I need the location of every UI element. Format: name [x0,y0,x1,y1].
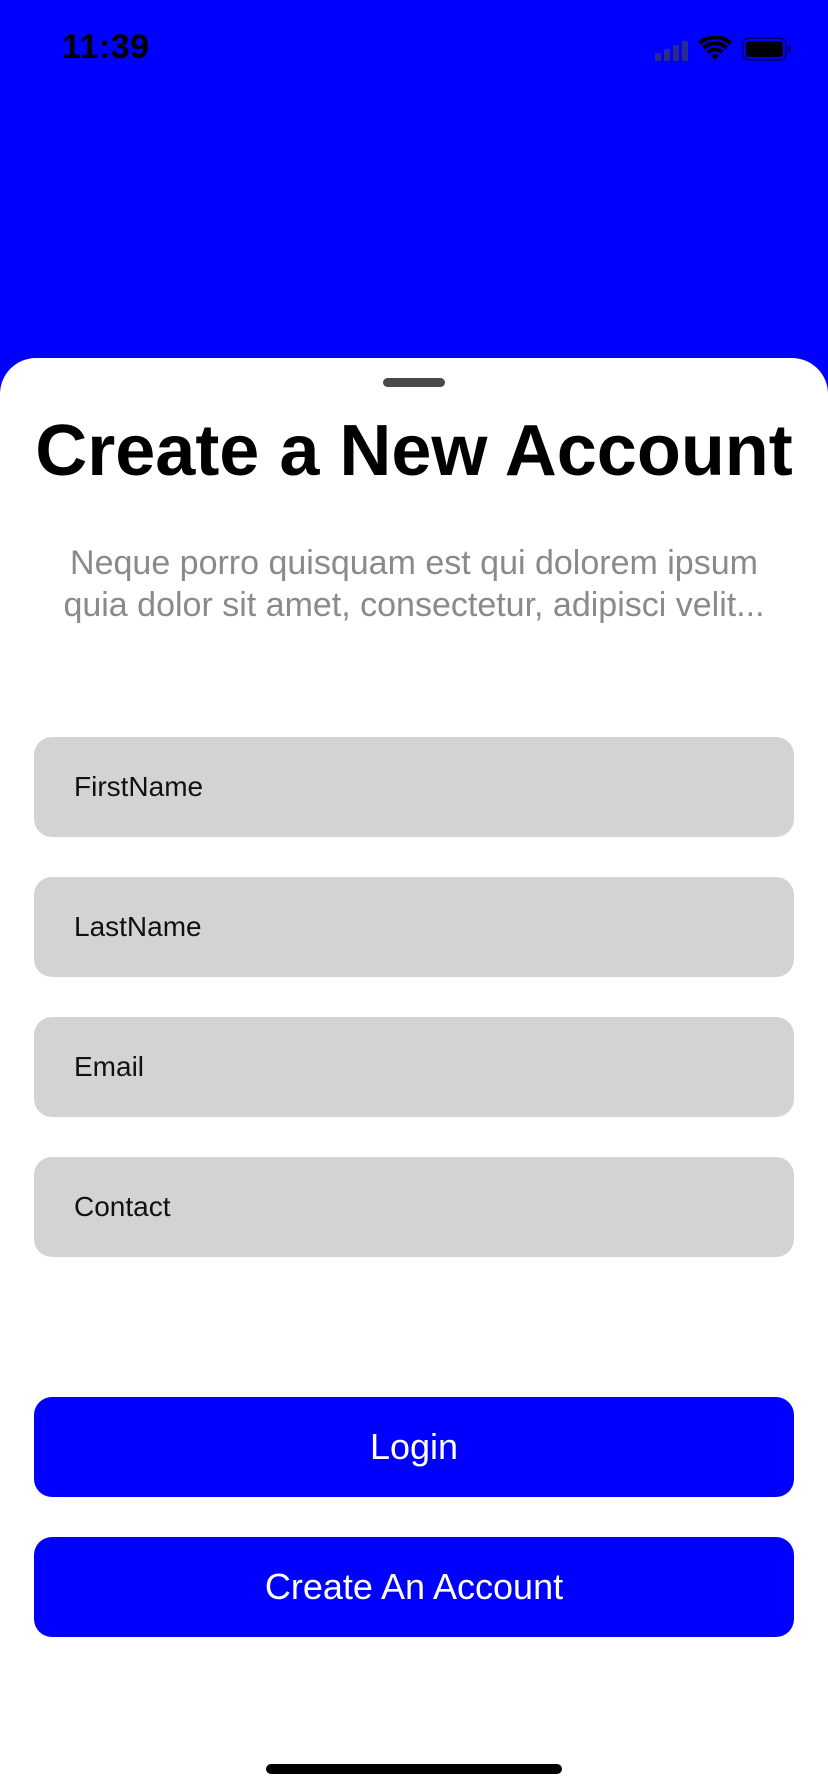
create-account-sheet: Create a New Account Neque porro quisqua… [0,358,828,1792]
battery-icon [742,37,791,61]
create-account-button[interactable]: Create An Account [34,1537,794,1637]
sheet-grabber-handle[interactable] [383,378,445,387]
status-time: 11:39 [62,28,150,66]
cellular-signal-icon [655,37,688,61]
first-name-input[interactable] [74,771,794,803]
page-subtitle: Neque porro quisquam est qui dolorem ips… [63,544,765,624]
page-title: Create a New Account [35,411,793,491]
screen: 11:39 Create a New Account Neque porro q… [0,0,828,1792]
email-field[interactable] [34,1017,794,1117]
email-input[interactable] [74,1051,794,1083]
status-icons [655,34,792,64]
last-name-input[interactable] [74,911,794,943]
first-name-field[interactable] [34,737,794,837]
contact-input[interactable] [74,1191,794,1223]
last-name-field[interactable] [34,877,794,977]
wifi-icon [698,36,732,60]
contact-field[interactable] [34,1157,794,1257]
home-indicator [266,1764,562,1774]
login-button[interactable]: Login [34,1397,794,1497]
status-bar: 11:39 [0,0,828,100]
